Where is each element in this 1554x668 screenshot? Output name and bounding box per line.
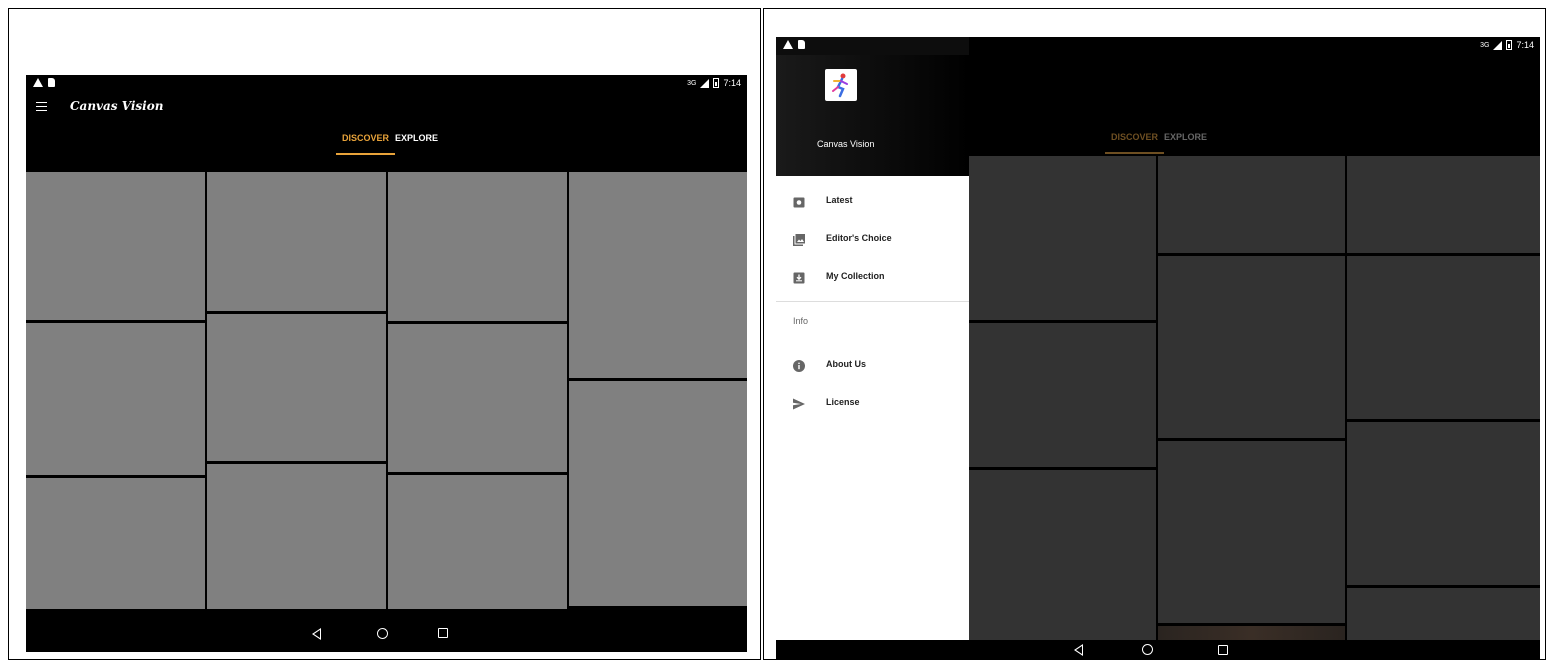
device-screen-drawer: 3G 7:14 DISCOVER EXPLORE Canvas Vision L… <box>776 37 1540 660</box>
network-type: 3G <box>687 79 697 87</box>
app-title: Canvas Vision <box>70 99 164 113</box>
wallpaper-tile <box>1347 256 1540 419</box>
navigation-bar <box>776 640 1540 660</box>
drawer-section-label: Info <box>793 316 809 326</box>
menu-icon[interactable] <box>36 102 47 111</box>
photo-library-icon <box>793 233 805 246</box>
drawer-item-label: Editor's Choice <box>826 233 892 243</box>
send-icon <box>793 397 805 410</box>
wallpaper-tile[interactable] <box>26 478 205 609</box>
left-panel: 3G 7:14 Canvas Vision DISCOVER EXPLORE <box>8 8 761 660</box>
status-time: 7:14 <box>1516 40 1534 50</box>
drawer-item-latest[interactable]: Latest <box>776 183 969 219</box>
drawer-app-name: Canvas Vision <box>817 139 875 149</box>
drawer-item-label: My Collection <box>826 271 885 281</box>
wallpaper-tile[interactable] <box>207 172 386 311</box>
wallpaper-tile <box>1347 588 1540 640</box>
wallpaper-tile[interactable] <box>388 475 567 609</box>
navigation-drawer: Canvas Vision Latest Editor's Choice My … <box>776 37 969 640</box>
battery-icon <box>713 78 720 88</box>
status-time: 7:14 <box>723 78 741 88</box>
wallpaper-grid <box>26 172 747 609</box>
wallpaper-tile <box>1158 256 1345 438</box>
wallpaper-tile[interactable] <box>26 172 205 320</box>
drawer-item-label: License <box>826 397 860 407</box>
tab-explore[interactable]: EXPLORE <box>1158 120 1213 154</box>
wallpaper-tile[interactable] <box>207 314 386 461</box>
drawer-status-area <box>776 37 969 55</box>
device-screen-main: 3G 7:14 Canvas Vision DISCOVER EXPLORE <box>26 75 747 652</box>
drawer-item-about-us[interactable]: About Us <box>776 347 969 383</box>
app-logo <box>825 69 857 101</box>
navigation-bar <box>26 616 747 652</box>
wallpaper-tile[interactable] <box>207 464 386 609</box>
tab-discover[interactable]: DISCOVER <box>1105 120 1165 154</box>
wallpaper-tile[interactable] <box>569 172 747 378</box>
wallpaper-tile <box>969 470 1156 640</box>
signal-icon <box>700 78 710 88</box>
wallpaper-tile[interactable] <box>388 324 567 472</box>
wallpaper-tile <box>1158 156 1345 253</box>
sd-card-icon <box>798 40 805 49</box>
back-icon[interactable] <box>1074 644 1083 656</box>
download-box-icon <box>793 271 805 284</box>
tab-explore[interactable]: EXPLORE <box>389 121 444 155</box>
wallpaper-tile <box>1347 422 1540 585</box>
battery-icon <box>1506 40 1513 50</box>
warning-icon <box>783 40 793 49</box>
back-icon[interactable] <box>312 628 321 640</box>
network-type: 3G <box>1480 41 1490 49</box>
camera-icon <box>793 195 805 208</box>
wallpaper-tile <box>1158 441 1345 623</box>
sd-card-icon <box>48 78 55 87</box>
drawer-item-license[interactable]: License <box>776 385 969 421</box>
wallpaper-tile <box>1347 156 1540 253</box>
home-icon[interactable] <box>1142 644 1153 655</box>
drawer-divider <box>776 301 969 302</box>
wallpaper-tile[interactable] <box>388 172 567 321</box>
tab-bar: DISCOVER EXPLORE <box>26 121 747 155</box>
wallpaper-tile <box>969 323 1156 467</box>
app-bar: Canvas Vision <box>26 93 747 121</box>
info-icon <box>793 359 805 372</box>
drawer-item-label: Latest <box>826 195 853 205</box>
status-bar: 3G 7:14 <box>26 75 747 93</box>
drawer-item-my-collection[interactable]: My Collection <box>776 259 969 295</box>
home-icon[interactable] <box>377 628 388 639</box>
drawer-header: Canvas Vision <box>776 55 969 176</box>
wallpaper-tile[interactable] <box>26 323 205 475</box>
wallpaper-tile <box>969 156 1156 320</box>
right-panel: 3G 7:14 DISCOVER EXPLORE Canvas Vision L… <box>763 8 1546 660</box>
drawer-item-editors-choice[interactable]: Editor's Choice <box>776 221 969 257</box>
tab-discover[interactable]: DISCOVER <box>336 121 396 155</box>
wallpaper-grid-dimmed <box>969 156 1540 640</box>
recent-apps-icon[interactable] <box>1218 645 1228 655</box>
wallpaper-tile <box>1158 626 1345 640</box>
drawer-item-label: About Us <box>826 359 866 369</box>
recent-apps-icon[interactable] <box>438 628 448 638</box>
warning-icon <box>33 78 43 87</box>
signal-icon <box>1493 40 1503 50</box>
wallpaper-tile[interactable] <box>569 381 747 606</box>
